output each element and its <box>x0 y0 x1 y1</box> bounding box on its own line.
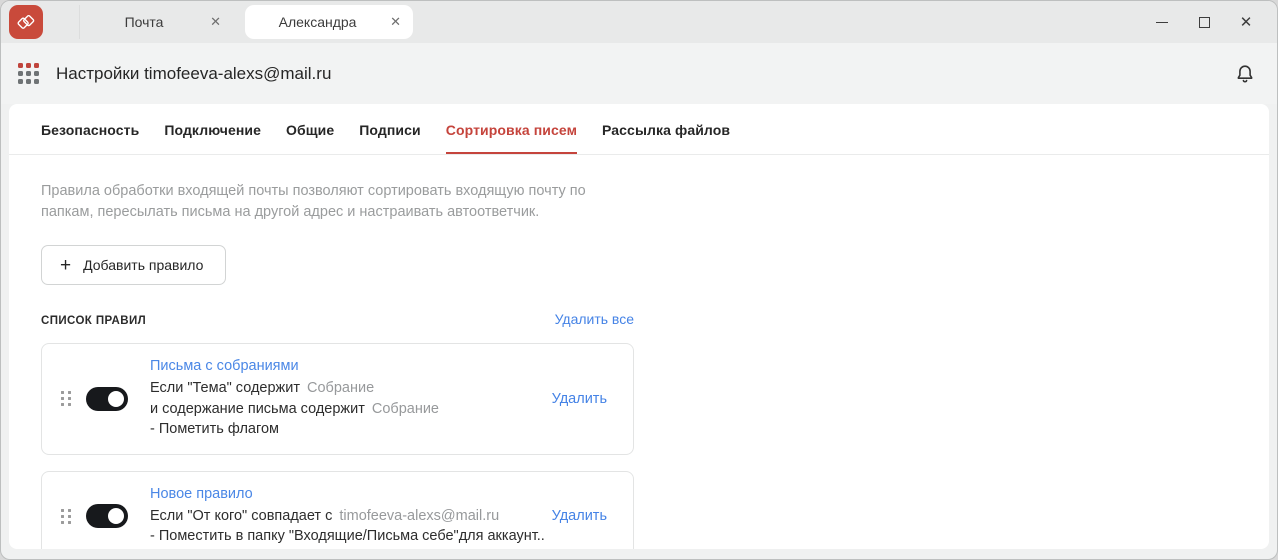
tab-mail-sorting[interactable]: Сортировка писем <box>445 104 578 154</box>
drag-handle-icon[interactable] <box>61 391 71 407</box>
settings-panel: Безопасность Подключение Общие Подписи С… <box>9 104 1269 549</box>
tab-general[interactable]: Общие <box>286 104 334 154</box>
minimize-button[interactable] <box>1141 5 1183 39</box>
add-rule-label: Добавить правило <box>83 257 204 274</box>
delete-rule-link[interactable]: Удалить <box>552 508 607 524</box>
condition-value: Собрание <box>307 380 375 397</box>
window-titlebar: Почта ✕ Александра ✕ ✕ <box>1 1 1277 43</box>
rule-card-meetings: Письма с собраниями Если "Тема" содержит… <box>41 343 634 455</box>
rule-condition: и содержание письма содержит Собрание <box>150 399 544 420</box>
rule-details: Новое правило Если "От кого" совпадает с… <box>150 486 544 547</box>
delete-all-link[interactable]: Удалить все <box>555 311 634 327</box>
browser-tab-mail[interactable]: Почта ✕ <box>79 5 231 39</box>
app-logo[interactable] <box>9 5 43 39</box>
rule-title-link[interactable]: Новое правило <box>150 486 544 502</box>
condition-text: и содержание письма содержит <box>150 400 365 417</box>
rule-enabled-toggle[interactable] <box>86 504 128 529</box>
rule-action: - Поместить в папку "Входящие/Письма себ… <box>150 526 544 547</box>
tab-label: Почта <box>124 14 164 30</box>
tab-file-distribution[interactable]: Рассылка файлов <box>602 104 730 154</box>
plus-icon: + <box>60 254 72 276</box>
close-icon[interactable]: ✕ <box>204 14 227 30</box>
drag-handle-icon[interactable] <box>61 508 71 524</box>
sorting-rules-section: Правила обработки входящей почты позволя… <box>9 155 1269 549</box>
delete-rule-link[interactable]: Удалить <box>552 391 607 407</box>
rule-details: Письма с собраниями Если "Тема" содержит… <box>150 358 544 440</box>
settings-nav-tabs: Безопасность Подключение Общие Подписи С… <box>9 104 1269 155</box>
rule-title-link[interactable]: Письма с собраниями <box>150 358 544 374</box>
rule-condition: Если "От кого" совпадает с timofeeva-alex… <box>150 506 544 527</box>
notifications-bell-icon[interactable] <box>1233 62 1257 86</box>
condition-text: Если "Тема" содержит <box>150 380 300 397</box>
maximize-button[interactable] <box>1183 5 1225 39</box>
tab-connection[interactable]: Подключение <box>164 104 261 154</box>
condition-value: timofeeva-alexs@mail.ru <box>339 507 500 524</box>
action-text: - Пометить флагом <box>150 421 279 438</box>
add-rule-button[interactable]: + Добавить правило <box>41 245 227 286</box>
close-icon[interactable]: ✕ <box>384 14 407 30</box>
close-window-button[interactable]: ✕ <box>1225 5 1267 39</box>
page-title: Настройки timofeeva-alexs@mail.ru <box>56 63 332 83</box>
tab-label: Александра <box>278 14 357 30</box>
maximize-icon <box>1198 16 1210 28</box>
rule-enabled-toggle[interactable] <box>86 386 128 411</box>
settings-header: Настройки timofeeva-alexs@mail.ru <box>1 43 1277 104</box>
condition-text: Если "От кого" совпадает с <box>150 507 333 524</box>
browser-tab-alexandra[interactable]: Александра ✕ <box>245 5 413 39</box>
minimize-icon <box>1156 21 1168 23</box>
toggle-knob <box>108 390 124 407</box>
rules-description: Правила обработки входящей почты позволя… <box>41 183 586 221</box>
rule-card-new-rule: Новое правило Если "От кого" совпадает с… <box>41 470 634 549</box>
close-icon: ✕ <box>1239 14 1253 31</box>
apps-grid-icon[interactable] <box>18 63 39 84</box>
condition-value: Собрание <box>371 400 439 417</box>
app-window: Почта ✕ Александра ✕ ✕ Настройки timofee… <box>0 0 1278 560</box>
rules-list-label: СПИСОК ПРАВИЛ <box>41 315 147 328</box>
rule-action: - Пометить флагом <box>150 419 544 440</box>
tab-signatures[interactable]: Подписи <box>359 104 420 154</box>
rule-condition: Если "Тема" содержит Собрание <box>150 378 544 399</box>
toggle-knob <box>108 508 124 525</box>
window-controls: ✕ <box>1141 5 1267 39</box>
rules-list-header: СПИСОК ПРАВИЛ Удалить все <box>41 311 634 327</box>
app-logo-icon <box>15 11 37 33</box>
tab-security[interactable]: Безопасность <box>41 104 139 154</box>
action-text: - Поместить в папку "Входящие/Письма себ… <box>150 528 544 545</box>
